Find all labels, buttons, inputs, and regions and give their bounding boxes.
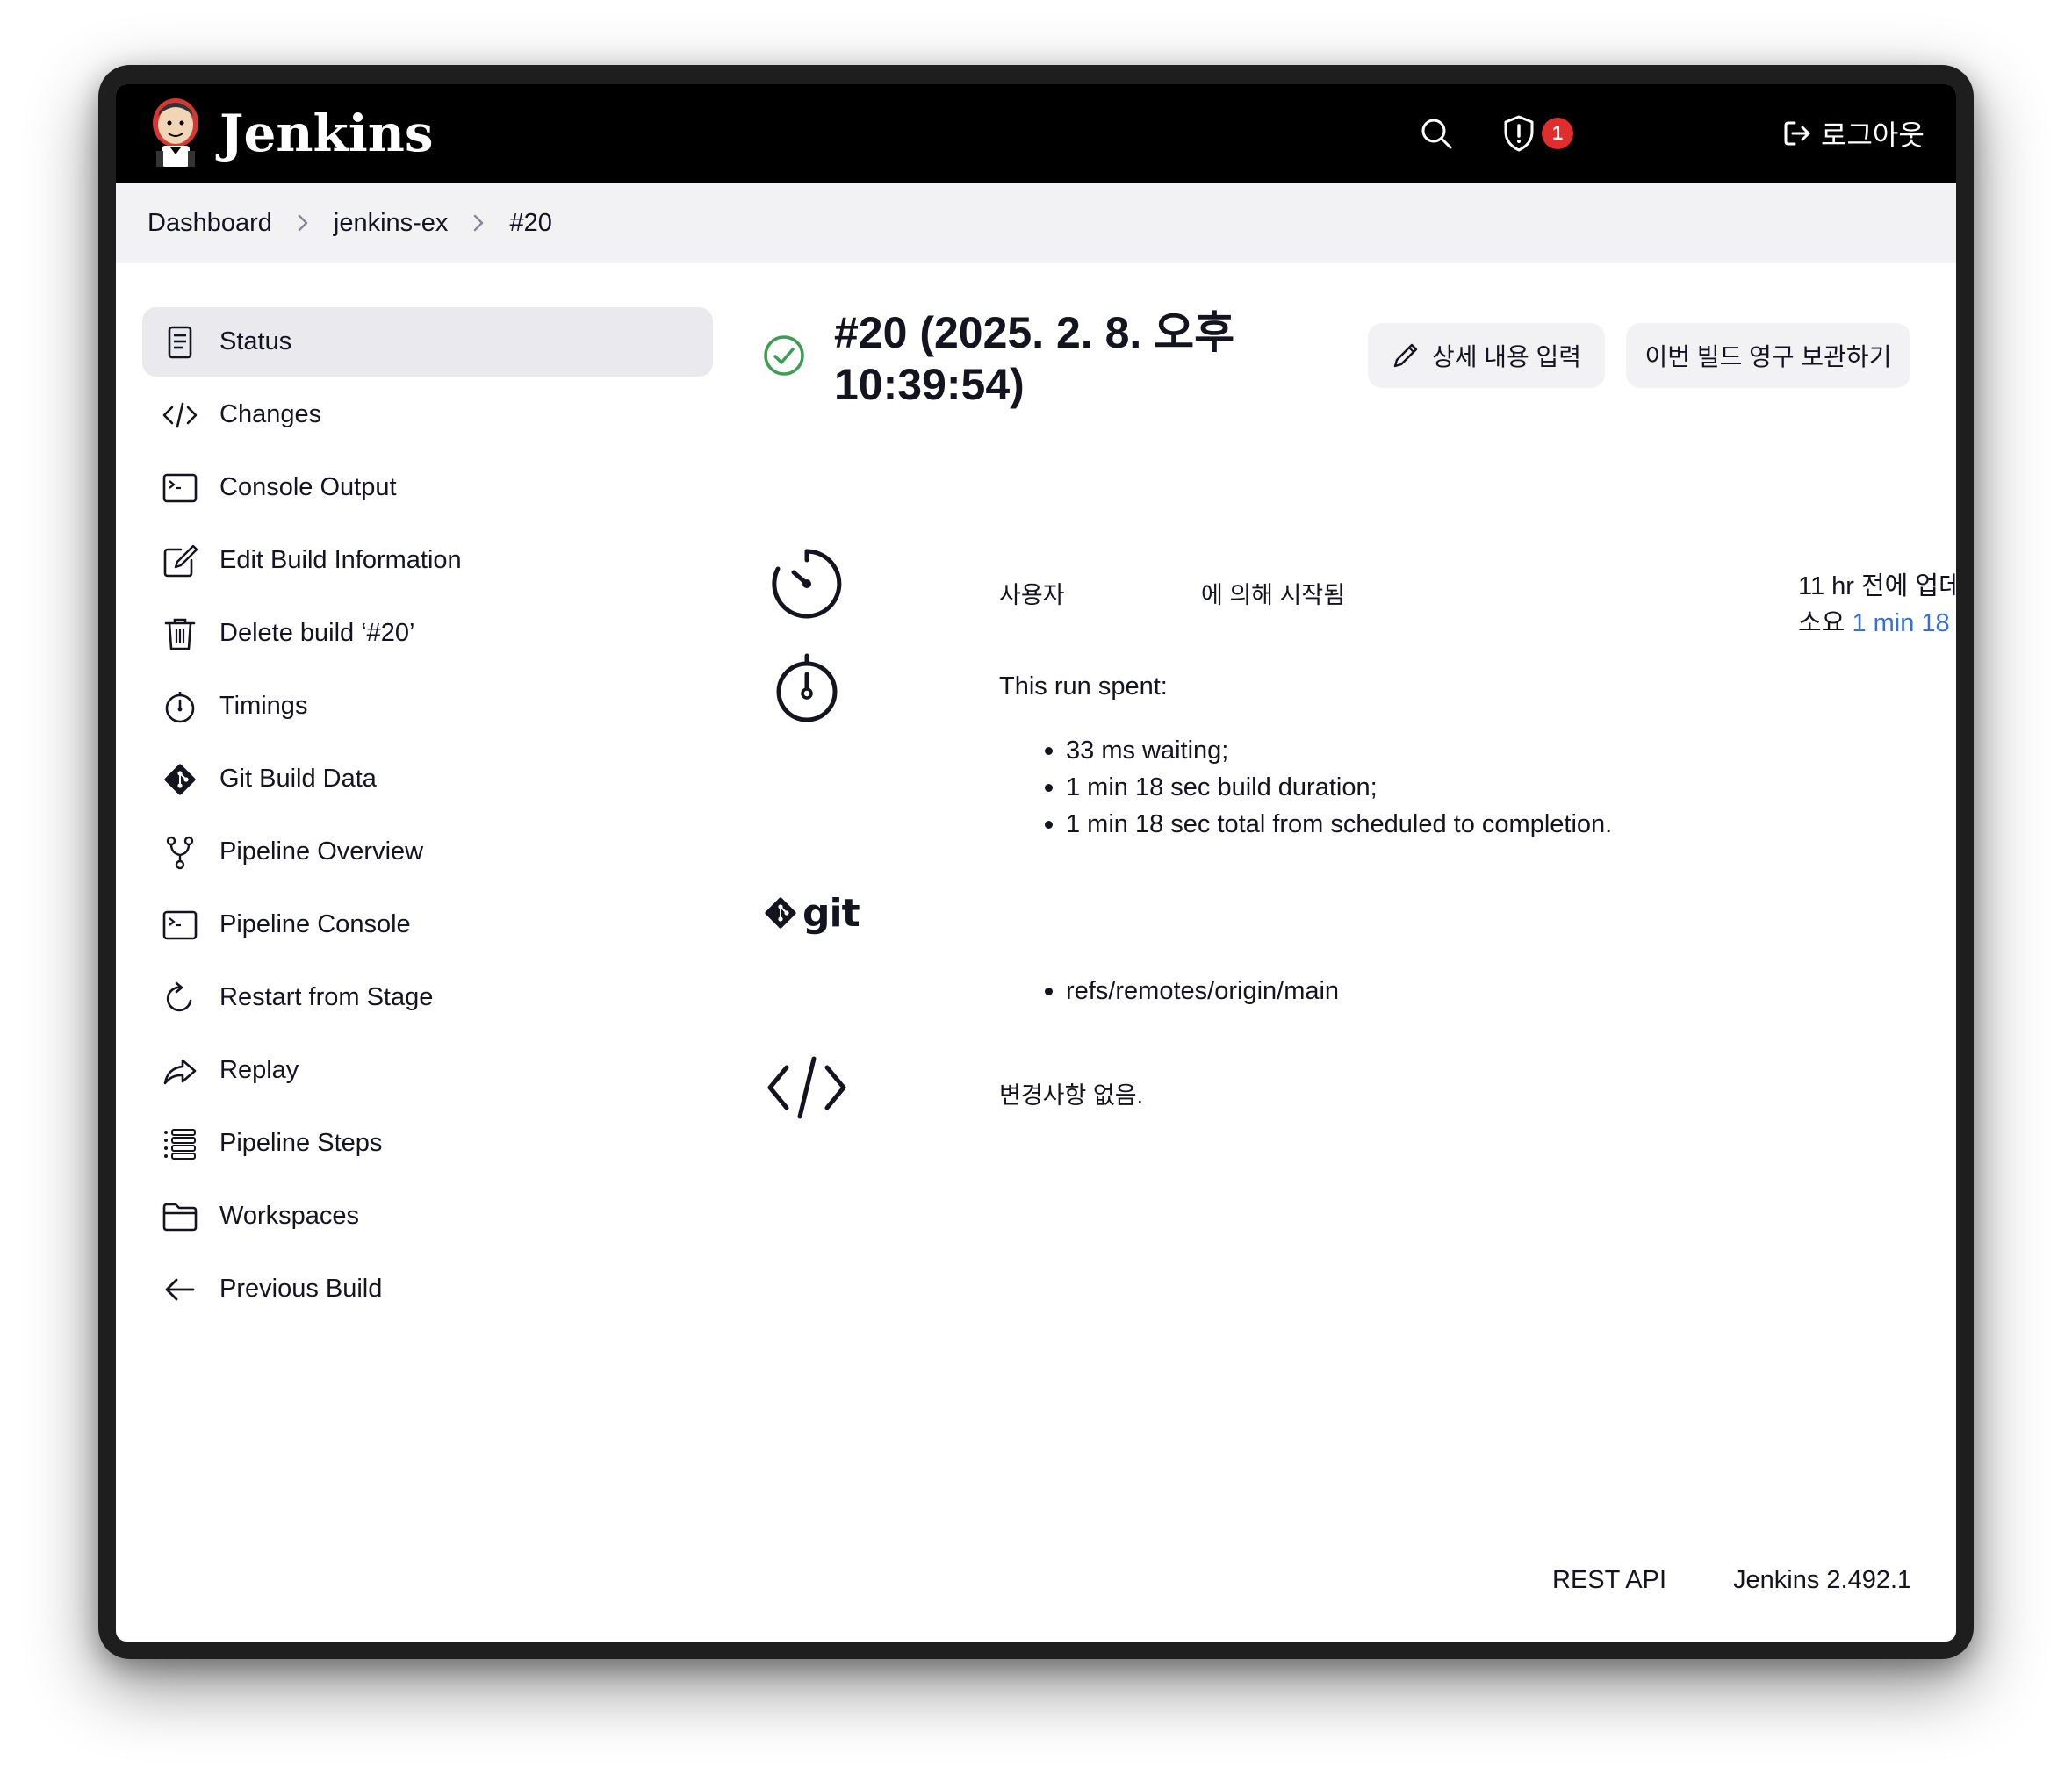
folder-icon xyxy=(162,1198,198,1235)
updated-ago: 11 hr 전에 업데이드 됨. xyxy=(1798,572,1956,600)
sidebar-item-label: Status xyxy=(219,327,292,356)
list-item: 1 min 18 sec build duration; xyxy=(1043,769,1612,806)
timings-list: 33 ms waiting; 1 min 18 sec build durati… xyxy=(1043,732,1612,843)
chevron-right-icon xyxy=(448,210,509,236)
sidebar-item-label: Pipeline Overview xyxy=(219,837,424,866)
git-wordmark: git xyxy=(802,890,860,936)
jenkins-version-link[interactable]: Jenkins 2.492.1 xyxy=(1733,1566,1911,1595)
run-spent-label: This run spent: xyxy=(999,672,1168,701)
sidebar-item-label: Pipeline Steps xyxy=(219,1129,383,1157)
document-icon xyxy=(162,324,198,361)
list-item: refs/remotes/origin/main xyxy=(1043,973,1339,1009)
keep-build-button[interactable]: 이번 빌드 영구 보관하기 xyxy=(1626,323,1910,388)
browser-window: Jenkins 1 로그아웃 Dashboard jenkins-ex #20 … xyxy=(116,84,1956,1642)
duration-label: 소요 xyxy=(1798,609,1845,637)
chevron-right-icon xyxy=(272,210,334,236)
no-changes-text: 변경사항 없음. xyxy=(999,1082,1144,1109)
duration-link[interactable]: 1 min 18 sec xyxy=(1852,609,1956,637)
brand-title[interactable]: Jenkins xyxy=(219,100,434,167)
page-title: #20 (2025. 2. 8. 오후 10:39:54) xyxy=(834,308,1235,409)
logout-icon xyxy=(1784,121,1810,146)
breadcrumb-build[interactable]: #20 xyxy=(509,209,551,238)
git-icon xyxy=(162,761,198,798)
breadcrumb: Dashboard jenkins-ex #20 xyxy=(116,183,1956,263)
sidebar-item-label: Delete build ‘#20’ xyxy=(219,619,415,647)
sidebar-item-workspaces[interactable]: Workspaces xyxy=(142,1182,713,1251)
edit-icon xyxy=(162,542,198,579)
shield-icon[interactable] xyxy=(1501,114,1536,153)
sidebar-item-timings[interactable]: Timings xyxy=(142,672,713,741)
pencil-icon xyxy=(1393,343,1418,368)
success-check-icon xyxy=(764,335,804,376)
sidebar-item-pipeline-console[interactable]: Pipeline Console xyxy=(142,890,713,959)
list-icon xyxy=(162,1125,198,1162)
sidebar-item-previous-build[interactable]: Previous Build xyxy=(142,1254,713,1324)
jenkins-logo-icon[interactable] xyxy=(147,97,204,170)
search-icon[interactable] xyxy=(1419,116,1454,151)
sidebar-item-label: Pipeline Console xyxy=(219,910,411,938)
stopwatch-icon xyxy=(162,688,198,725)
sidebar-item-label: Console Output xyxy=(219,473,397,501)
sidebar-item-pipeline-steps[interactable]: Pipeline Steps xyxy=(142,1109,713,1178)
sidebar-item-pipeline-overview[interactable]: Pipeline Overview xyxy=(142,817,713,887)
logout-label: 로그아웃 xyxy=(1821,119,1925,151)
git-logo: git xyxy=(762,887,860,939)
logout-button[interactable]: 로그아웃 xyxy=(1782,104,1925,163)
stopwatch-icon xyxy=(776,653,838,722)
list-item: 33 ms waiting; xyxy=(1043,732,1612,769)
edit-description-button[interactable]: 상세 내용 입력 xyxy=(1368,323,1605,388)
sidebar-item-git-build-data[interactable]: Git Build Data xyxy=(142,744,713,814)
code-icon xyxy=(162,397,198,434)
restart-icon xyxy=(162,980,198,1017)
main-content: #20 (2025. 2. 8. 오후 10:39:54) 상세 내용 입력 이… xyxy=(762,307,1956,1536)
sidebar-item-label: Git Build Data xyxy=(219,765,377,793)
started-by-prefix: 사용자 xyxy=(999,582,1065,608)
trash-icon xyxy=(162,615,198,652)
duration-line: 소요 1 min 18 sec xyxy=(1798,602,1956,639)
terminal-icon xyxy=(162,907,198,944)
security-badge[interactable]: 1 xyxy=(1542,118,1573,149)
sidebar-item-label: Workspaces xyxy=(219,1202,360,1230)
edit-description-label: 상세 내용 입력 xyxy=(1431,343,1582,370)
breadcrumb-job[interactable]: jenkins-ex xyxy=(334,209,449,238)
timer-icon xyxy=(772,549,842,619)
sidebar-item-edit-build-information[interactable]: Edit Build Information xyxy=(142,526,713,595)
sidebar-item-label: Changes xyxy=(219,400,322,428)
page-header: Jenkins 1 로그아웃 xyxy=(116,84,1956,183)
sidebar-item-changes[interactable]: Changes xyxy=(142,380,713,449)
replay-icon xyxy=(162,1053,198,1089)
list-item: 1 min 18 sec total from scheduled to com… xyxy=(1043,806,1612,843)
breadcrumb-dashboard[interactable]: Dashboard xyxy=(147,209,272,238)
code-icon xyxy=(767,1056,846,1119)
started-by-suffix: 에 의해 시작됨 xyxy=(1201,582,1346,608)
git-icon xyxy=(765,897,796,929)
sidebar-item-console-output[interactable]: Console Output xyxy=(142,453,713,522)
terminal-icon xyxy=(162,470,198,507)
branch-icon xyxy=(162,834,198,871)
sidebar-item-label: Replay xyxy=(219,1056,299,1084)
sidebar-item-label: Restart from Stage xyxy=(219,983,434,1011)
sidebar: Status Changes Console Output Edit Build… xyxy=(142,307,713,1327)
sidebar-item-label: Edit Build Information xyxy=(219,546,462,574)
sidebar-item-replay[interactable]: Replay xyxy=(142,1036,713,1105)
arrow-left-icon xyxy=(162,1271,198,1308)
sidebar-item-delete-build[interactable]: Delete build ‘#20’ xyxy=(142,599,713,668)
sidebar-item-label: Previous Build xyxy=(219,1275,383,1303)
sidebar-item-restart-from-stage[interactable]: Restart from Stage xyxy=(142,963,713,1032)
sidebar-item-status[interactable]: Status xyxy=(142,307,713,377)
sidebar-item-label: Timings xyxy=(219,692,308,720)
rest-api-link[interactable]: REST API xyxy=(1552,1566,1666,1595)
git-refs-list: refs/remotes/origin/main xyxy=(1043,973,1339,1009)
